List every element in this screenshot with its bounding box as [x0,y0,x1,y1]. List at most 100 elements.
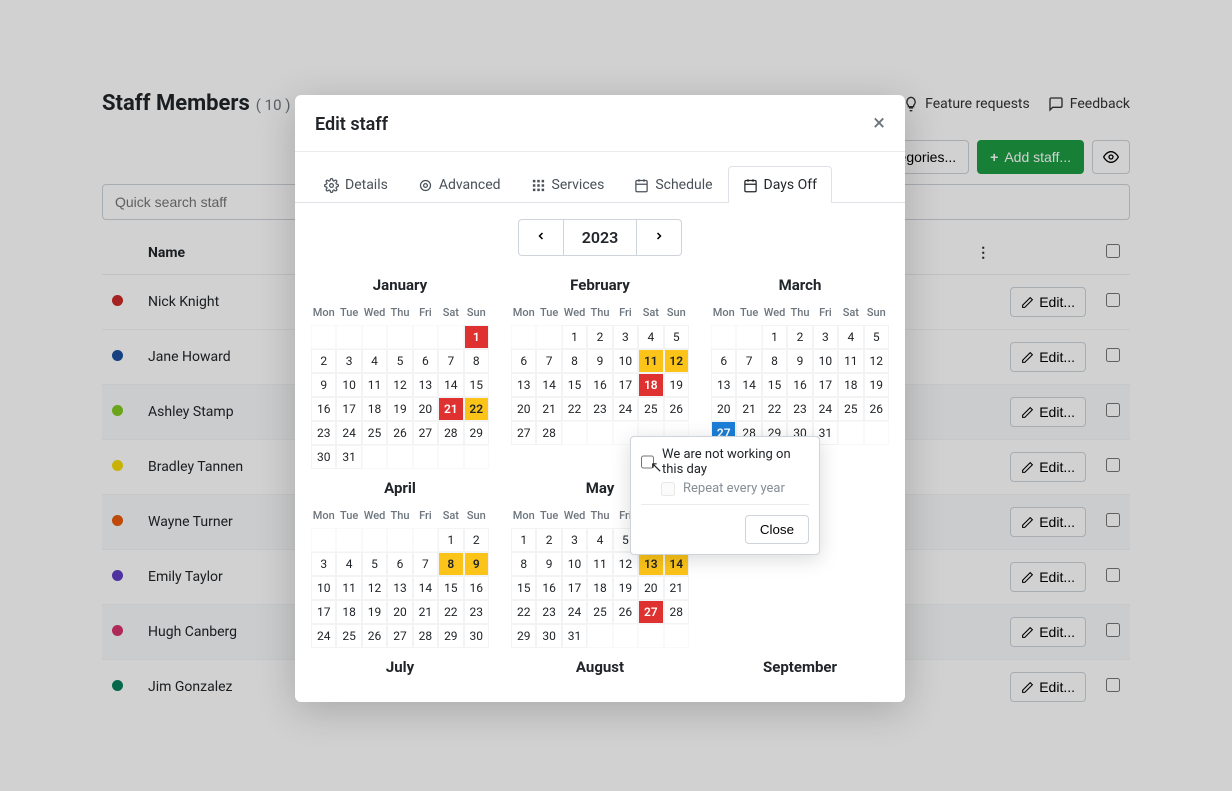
calendar-day[interactable]: 11 [838,349,863,373]
calendar-day[interactable]: 20 [387,600,412,624]
calendar-day[interactable]: 15 [562,373,587,397]
calendar-day[interactable]: 18 [638,373,663,397]
calendar-day[interactable]: 13 [413,373,438,397]
calendar-day[interactable]: 8 [562,349,587,373]
calendar-day[interactable]: 15 [511,576,536,600]
tab-services[interactable]: Services [516,166,620,203]
calendar-day[interactable]: 26 [864,397,889,421]
calendar-day[interactable]: 1 [438,528,463,552]
calendar-day[interactable]: 28 [438,421,463,445]
calendar-day[interactable]: 21 [664,576,689,600]
calendar-day[interactable]: 3 [562,528,587,552]
calendar-day[interactable]: 20 [638,576,663,600]
calendar-day[interactable]: 5 [864,325,889,349]
calendar-day[interactable]: 17 [562,576,587,600]
calendar-day[interactable]: 22 [438,600,463,624]
calendar-day[interactable]: 22 [762,397,787,421]
calendar-day[interactable]: 23 [587,397,612,421]
calendar-day[interactable]: 23 [311,421,336,445]
calendar-day[interactable]: 25 [336,624,361,648]
calendar-day[interactable]: 19 [387,397,412,421]
calendar-day[interactable]: 11 [362,373,387,397]
calendar-day[interactable]: 4 [838,325,863,349]
calendar-day[interactable]: 25 [838,397,863,421]
calendar-day[interactable]: 21 [736,397,761,421]
calendar-day[interactable]: 6 [511,349,536,373]
calendar-day[interactable]: 14 [536,373,561,397]
calendar-day[interactable]: 15 [438,576,463,600]
calendar-day[interactable]: 9 [587,349,612,373]
calendar-day[interactable]: 26 [387,421,412,445]
calendar-day[interactable]: 8 [438,552,463,576]
calendar-day[interactable]: 27 [638,600,663,624]
calendar-day[interactable]: 28 [664,600,689,624]
calendar-day[interactable]: 8 [464,349,489,373]
tab-schedule[interactable]: Schedule [619,166,727,203]
calendar-day[interactable]: 27 [387,624,412,648]
calendar-day[interactable]: 31 [562,624,587,648]
calendar-day[interactable]: 20 [711,397,736,421]
calendar-day[interactable]: 7 [413,552,438,576]
calendar-day[interactable]: 19 [864,373,889,397]
calendar-day[interactable]: 14 [736,373,761,397]
calendar-day[interactable]: 16 [787,373,812,397]
calendar-day[interactable]: 1 [464,325,489,349]
not-working-checkbox[interactable] [641,455,654,469]
calendar-day[interactable]: 16 [587,373,612,397]
close-icon[interactable]: × [873,113,885,135]
calendar-day[interactable]: 11 [336,576,361,600]
calendar-day[interactable]: 25 [362,421,387,445]
calendar-day[interactable]: 15 [762,373,787,397]
calendar-day[interactable]: 7 [438,349,463,373]
calendar-day[interactable]: 15 [464,373,489,397]
calendar-day[interactable]: 17 [613,373,638,397]
popover-close-button[interactable]: Close [745,515,809,544]
calendar-day[interactable]: 7 [736,349,761,373]
calendar-day[interactable]: 23 [787,397,812,421]
repeat-yearly-checkbox[interactable] [661,482,675,496]
calendar-day[interactable]: 25 [587,600,612,624]
calendar-day[interactable]: 10 [562,552,587,576]
calendar-day[interactable]: 23 [464,600,489,624]
calendar-day[interactable]: 20 [413,397,438,421]
calendar-day[interactable]: 11 [638,349,663,373]
calendar-day[interactable]: 19 [362,600,387,624]
next-year-button[interactable] [636,219,682,256]
calendar-day[interactable]: 5 [362,552,387,576]
calendar-day[interactable]: 18 [838,373,863,397]
calendar-day[interactable]: 16 [311,397,336,421]
calendar-day[interactable]: 23 [536,600,561,624]
calendar-day[interactable]: 21 [413,600,438,624]
calendar-day[interactable]: 7 [536,349,561,373]
calendar-day[interactable]: 14 [664,552,689,576]
calendar-day[interactable]: 4 [638,325,663,349]
calendar-day[interactable]: 17 [813,373,838,397]
calendar-day[interactable]: 16 [536,576,561,600]
calendar-day[interactable]: 18 [587,576,612,600]
calendar-day[interactable]: 22 [464,397,489,421]
calendar-day[interactable]: 24 [336,421,361,445]
calendar-day[interactable]: 11 [587,552,612,576]
calendar-day[interactable]: 20 [511,397,536,421]
calendar-day[interactable]: 28 [413,624,438,648]
calendar-day[interactable]: 6 [387,552,412,576]
calendar-day[interactable]: 13 [511,373,536,397]
calendar-day[interactable]: 3 [613,325,638,349]
calendar-day[interactable]: 28 [536,421,561,445]
calendar-day[interactable]: 10 [813,349,838,373]
tab-days-off[interactable]: Days Off [728,166,832,203]
calendar-day[interactable]: 5 [664,325,689,349]
calendar-day[interactable]: 9 [787,349,812,373]
calendar-day[interactable]: 4 [362,349,387,373]
calendar-day[interactable]: 29 [511,624,536,648]
calendar-day[interactable]: 9 [464,552,489,576]
calendar-day[interactable]: 17 [311,600,336,624]
calendar-day[interactable]: 30 [311,445,336,469]
calendar-day[interactable]: 2 [787,325,812,349]
calendar-day[interactable]: 12 [613,552,638,576]
calendar-day[interactable]: 13 [387,576,412,600]
calendar-day[interactable]: 8 [511,552,536,576]
calendar-day[interactable]: 26 [613,600,638,624]
calendar-day[interactable]: 10 [311,576,336,600]
calendar-day[interactable]: 3 [813,325,838,349]
